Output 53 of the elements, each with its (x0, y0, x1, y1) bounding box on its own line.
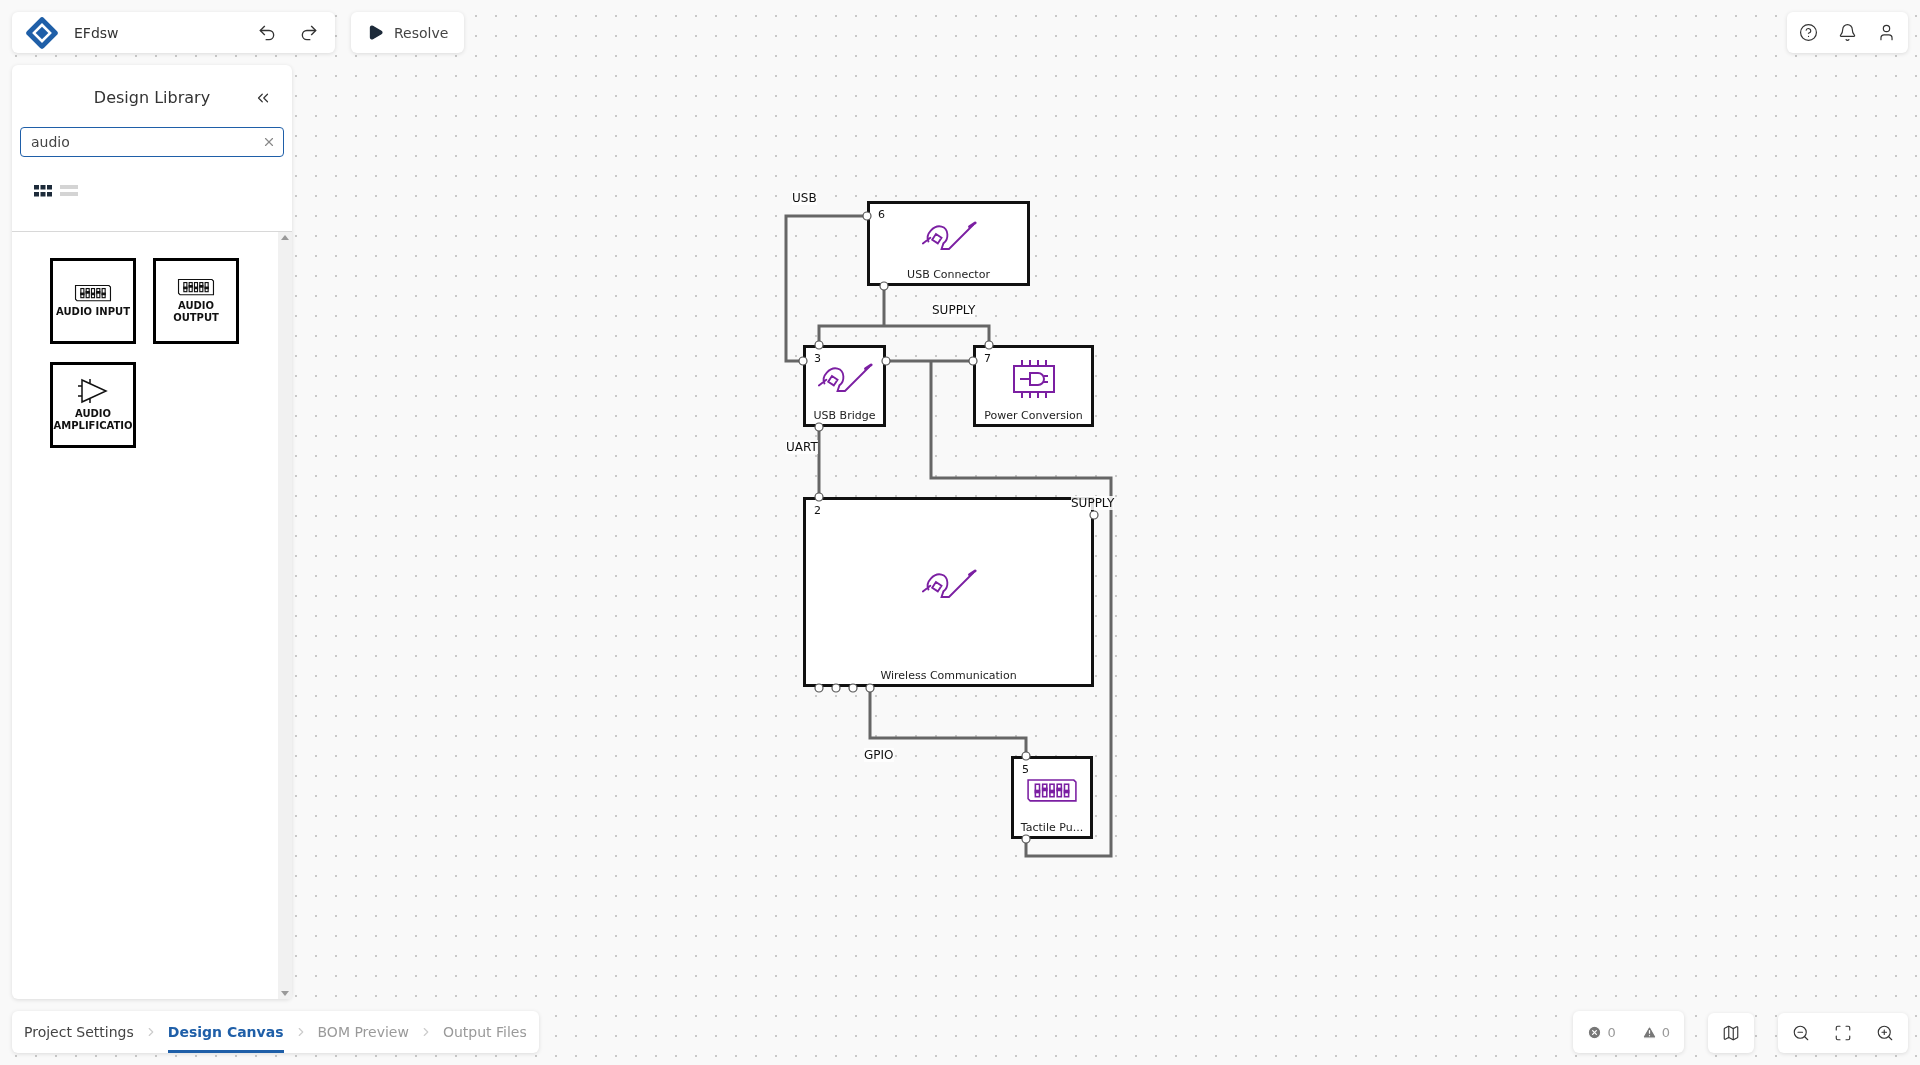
step-tab[interactable]: Project Settings (24, 1011, 134, 1053)
cable-icon (816, 363, 873, 394)
port[interactable] (1021, 834, 1031, 844)
warning-count: 0 (1661, 1024, 1670, 1040)
block-label: Tactile Pu... (1020, 821, 1084, 834)
warning-icon (1641, 1024, 1657, 1040)
resolve-button[interactable]: Resolve (351, 12, 465, 53)
item-label: AUDIO OUTPUT (172, 300, 220, 325)
step-tab[interactable]: Design Canvas (167, 1011, 284, 1053)
port[interactable] (862, 211, 872, 221)
error-count: 0 (1607, 1024, 1616, 1040)
dip-switch-icon (177, 277, 215, 297)
item-label: AUDIO INPUT (56, 306, 130, 319)
project-name: EFdsw (74, 24, 120, 41)
library-item[interactable]: AUDIO AMPLIFICATIO (50, 362, 136, 448)
library-item[interactable]: AUDIO INPUT (50, 258, 136, 344)
net-label: UART (786, 440, 818, 454)
item-label: AUDIO AMPLIFICATIO (53, 408, 133, 432)
port[interactable] (1089, 510, 1099, 520)
block-number: 7 (984, 352, 991, 365)
play-icon (367, 24, 384, 41)
block-number: 3 (814, 352, 821, 365)
block-label: Power Conversion (984, 409, 1083, 422)
dip-switch-icon (1026, 777, 1078, 803)
clear-icon[interactable] (262, 135, 276, 149)
block-number: 5 (1022, 763, 1029, 776)
block-label: Wireless Communication (880, 669, 1017, 682)
port[interactable] (814, 492, 824, 502)
port[interactable] (1021, 751, 1031, 761)
amplifier-icon (76, 378, 110, 404)
port[interactable] (881, 356, 891, 366)
block-number: 6 (878, 208, 885, 221)
port[interactable] (814, 422, 824, 432)
component-block[interactable]: 3 USB Bridge (803, 345, 886, 427)
net-label: SUPPLY (1071, 496, 1115, 510)
cable-icon (920, 569, 977, 600)
error-icon (1587, 1024, 1603, 1040)
component-block[interactable]: 6 USB Connector (867, 201, 1030, 286)
block-label: USB Connector (907, 268, 990, 281)
dip-switch-icon (74, 283, 112, 303)
net-label: SUPPLY (932, 303, 976, 317)
component-block[interactable]: 5 Tactile Pu... (1011, 756, 1093, 839)
component-block[interactable]: 7 Power Conversion (973, 345, 1094, 427)
cable-icon (920, 220, 977, 252)
search-field[interactable]: audio (20, 127, 284, 157)
grid-view-icon[interactable] (34, 185, 52, 199)
panel-title: Design Library (93, 87, 211, 107)
net-label: GPIO (864, 748, 894, 762)
library-item[interactable]: AUDIO OUTPUT (153, 258, 239, 344)
net-label: USB (792, 191, 817, 205)
block-number: 2 (814, 504, 821, 517)
port[interactable] (879, 281, 889, 291)
block-label: USB Bridge (813, 409, 876, 422)
